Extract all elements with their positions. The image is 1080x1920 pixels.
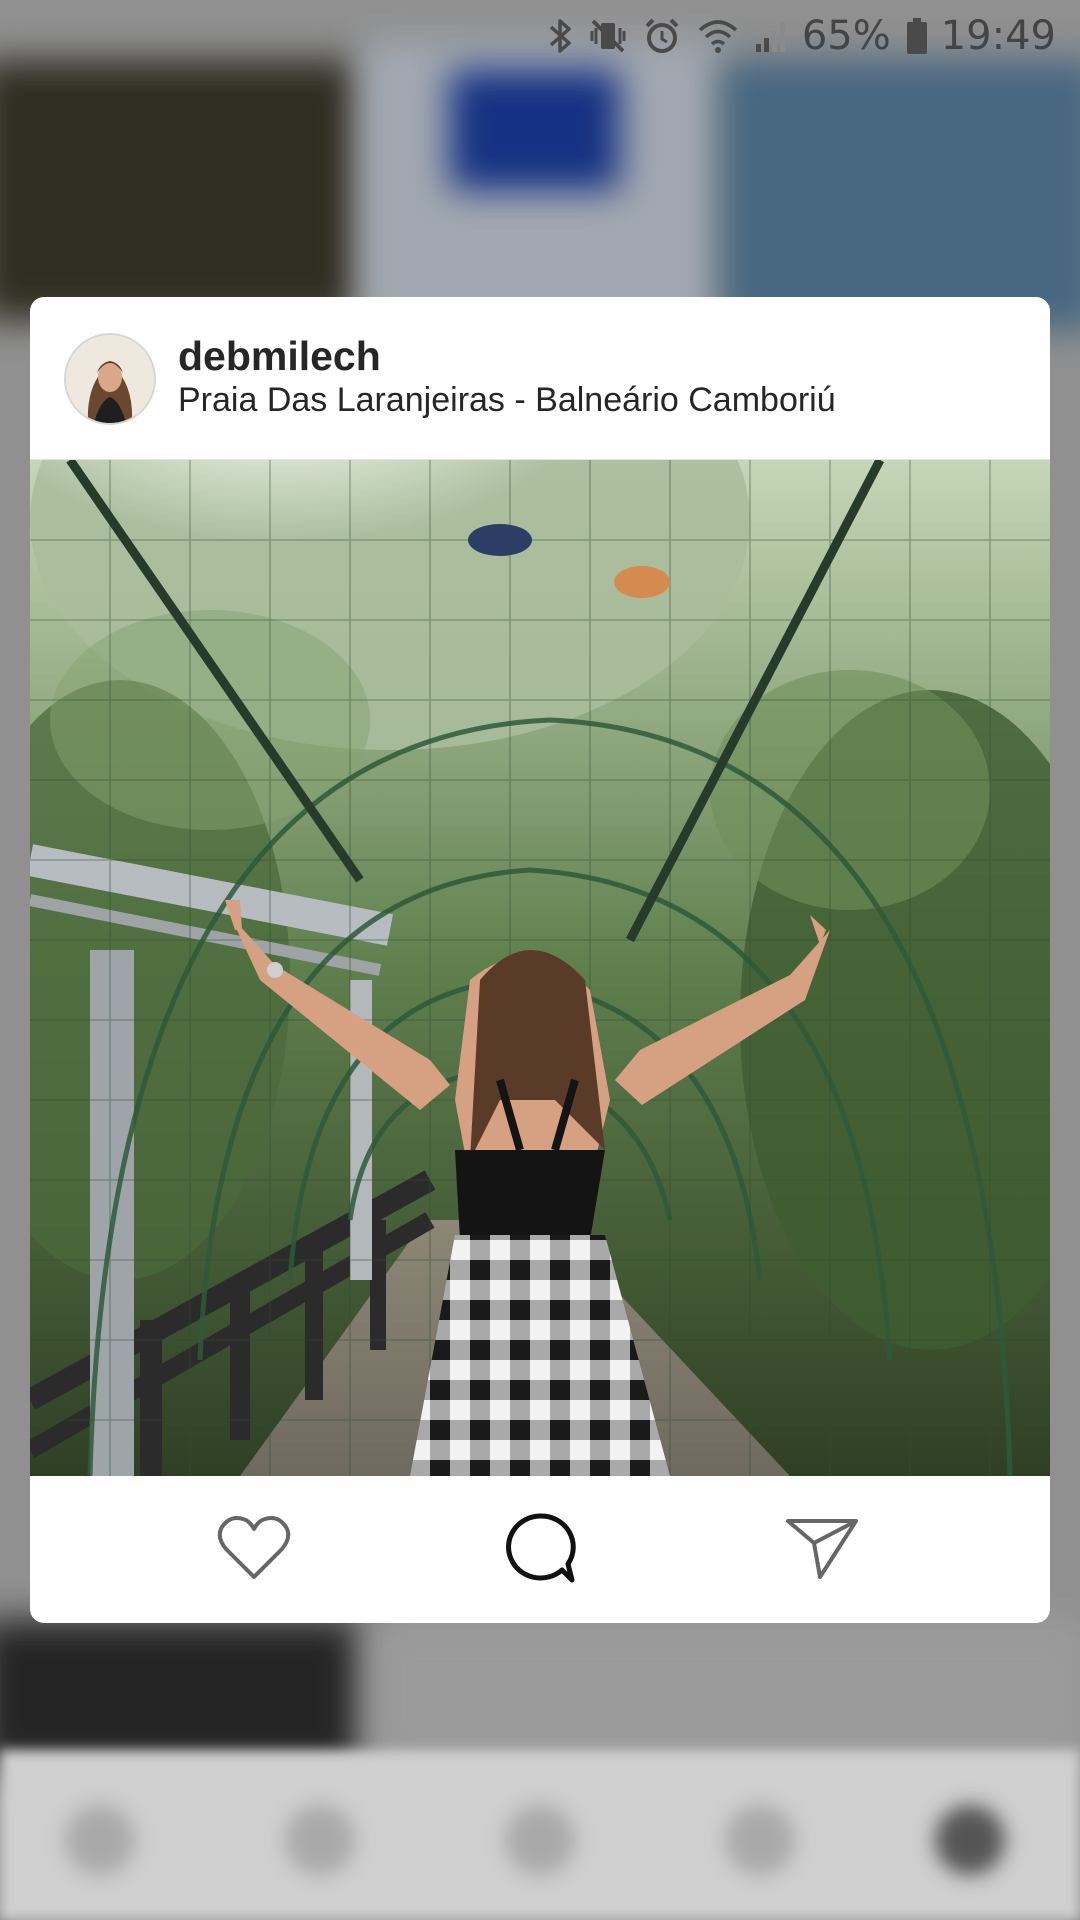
post-preview-card[interactable]: debmilech Praia Das Laranjeiras - Balneá…	[30, 297, 1050, 1623]
status-bar: 65% 19:49	[0, 0, 1080, 72]
comment-bubble-icon	[502, 1510, 578, 1591]
comment-button[interactable]	[497, 1507, 583, 1593]
avatar[interactable]	[64, 333, 156, 425]
alarm-icon	[642, 16, 682, 56]
blurred-bottom-nav	[0, 1750, 1080, 1920]
heart-icon	[216, 1513, 292, 1588]
vibrate-mute-icon	[588, 16, 628, 56]
status-time: 19:49	[940, 13, 1056, 59]
post-photo[interactable]	[30, 460, 1050, 1476]
post-username[interactable]: debmilech	[178, 333, 381, 380]
bluetooth-icon	[548, 16, 574, 56]
wifi-icon	[696, 16, 740, 56]
battery-percent: 65%	[801, 13, 891, 59]
share-button[interactable]	[779, 1507, 865, 1593]
like-button[interactable]	[211, 1507, 297, 1593]
send-arrow-icon	[784, 1513, 860, 1588]
battery-icon	[905, 16, 929, 56]
post-location[interactable]: Praia Das Laranjeiras - Balneário Cambor…	[178, 381, 836, 420]
cell-signal-icon	[754, 16, 790, 56]
post-header: debmilech Praia Das Laranjeiras - Balneá…	[30, 297, 1050, 460]
post-actions-bar	[30, 1477, 1050, 1623]
